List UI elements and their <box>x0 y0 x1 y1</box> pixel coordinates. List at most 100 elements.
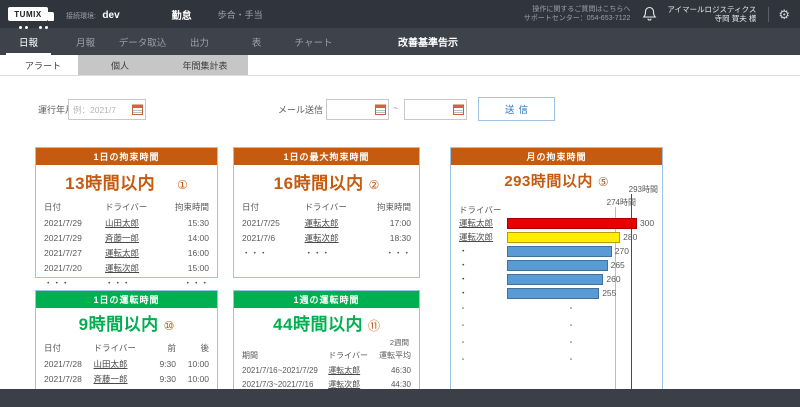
settings-gear-icon[interactable]: ⚙ <box>778 8 790 21</box>
chart-row: ・255 <box>459 286 660 300</box>
ellipsis-dot: ・ <box>459 354 467 365</box>
col-header: 日付 <box>44 200 105 215</box>
card-header: 1週の運転時間 <box>234 291 419 308</box>
date-range-separator: ~ <box>393 103 398 113</box>
col-header: ドライバー <box>94 341 145 356</box>
operation-month-input[interactable] <box>68 99 146 120</box>
alert-table: 日付ドライバー拘束時間2021/7/29山田太郎15:302021/7/29斉藤… <box>36 200 217 290</box>
col-header: ドライバー <box>105 200 163 215</box>
chart-row: ・265 <box>459 258 660 272</box>
ellipsis-dot: ・ <box>459 337 467 348</box>
nav-tab-table[interactable]: 表 <box>228 28 285 55</box>
env-value: dev <box>102 10 119 21</box>
user-name: 寺岡 賀夫 様 <box>667 14 756 23</box>
col-header: 運転平均 <box>372 349 411 363</box>
environment-indicator: 接続環境: dev <box>66 5 120 23</box>
bar-value: 260 <box>606 274 620 284</box>
driver-link[interactable]: 斉藤一郎 <box>105 233 139 243</box>
monthly-chart-body: 293時間以内⑤ ドライバー 運転太郎300運転次郎280・270・265・26… <box>451 170 662 407</box>
ellipsis-dot: ・ <box>567 303 575 314</box>
ellipsis-dot: ・ <box>459 320 467 331</box>
nav-tab-nippo[interactable]: 日報 <box>0 28 57 55</box>
main-nav: 日報 月報 データ取込 出力 表 チャート 改善基準告示 <box>0 28 800 55</box>
topbar-right: 操作に関するご質問はこちらへ サポートセンター：054-653-7122 アイマ… <box>524 5 800 23</box>
app-window: TUMIX 接続環境: dev 勤怠 歩合・手当 操作に関するご質問はこちらへ … <box>0 0 800 407</box>
nav-kaizen-kijun-kokuji[interactable]: 改善基準告示 <box>398 28 458 55</box>
topbar: TUMIX 接続環境: dev 勤怠 歩合・手当 操作に関するご質問はこちらへ … <box>0 0 800 28</box>
user-info[interactable]: アイマールロジスティクス 寺岡 賀夫 様 <box>667 5 756 23</box>
env-label: 接続環境: <box>66 13 96 20</box>
badge-2: ② <box>369 178 380 192</box>
chart-row-dot: ・ <box>459 287 507 299</box>
table-row: ・・・・・・・・・ <box>242 245 411 260</box>
chart-ellipsis-row: ・・ <box>459 351 660 368</box>
chart-axis-label: ドライバー <box>459 204 501 216</box>
bar-value: 280 <box>623 232 637 242</box>
driver-link[interactable]: 運転太郎 <box>328 366 360 375</box>
col-header: ドライバー <box>328 349 372 363</box>
col-header: 後 <box>176 341 209 356</box>
nav-tab-geppo[interactable]: 月報 <box>57 28 114 55</box>
card-header: 月の拘束時間 <box>451 148 662 165</box>
table-row: 2021/7/27運転太郎16:00 <box>44 245 209 260</box>
nav-tab-chart[interactable]: チャート <box>285 28 342 55</box>
bar-value: 270 <box>615 246 629 256</box>
driver-link[interactable]: 山田太郎 <box>105 218 139 228</box>
chart-row-dot: ・ <box>459 245 507 257</box>
bar-value: 300 <box>640 218 654 228</box>
chart-bar <box>507 218 637 229</box>
driver-link[interactable]: 運転太郎 <box>105 248 139 258</box>
driver-link[interactable]: 山田太郎 <box>94 359 128 369</box>
support-line1: 操作に関するご質問はこちらへ <box>524 5 631 14</box>
mail-from-date-input[interactable] <box>326 99 389 120</box>
nav-tab-data-import[interactable]: データ取込 <box>114 28 171 55</box>
ref-line-label: 293時間 <box>629 184 658 195</box>
card-monthly-restraint-time: 月の拘束時間 293時間以内⑤ ドライバー 運転太郎300運転次郎280・270… <box>450 147 663 407</box>
badge-5: ⑤ <box>598 175 609 189</box>
chart-row-dot: ・ <box>459 273 507 285</box>
driver-link[interactable]: 運転太郎 <box>305 218 339 228</box>
chart-bar <box>507 232 620 243</box>
card-header: 1日の最大拘束時間 <box>234 148 419 165</box>
send-button[interactable]: 送信 <box>478 97 555 121</box>
footer-bar <box>0 389 800 407</box>
two-week-note: 2週間 <box>234 337 409 348</box>
notification-bell-icon[interactable] <box>642 6 657 22</box>
nav-tab-output[interactable]: 出力 <box>171 28 228 55</box>
logo-text: TUMIX <box>14 10 41 19</box>
ellipsis-dot: ・ <box>567 354 575 365</box>
col-header: 日付 <box>44 341 94 356</box>
tab-individual[interactable]: 個人 <box>78 55 162 75</box>
tab-annual-summary[interactable]: 年間集計表 <box>162 55 248 75</box>
support-info: 操作に関するご質問はこちらへ サポートセンター：054-653-7122 <box>524 5 631 23</box>
col-header: 日付 <box>242 200 305 215</box>
card-daily-restraint-time: 1日の拘束時間 13時間以内① 日付ドライバー拘束時間2021/7/29山田太郎… <box>35 147 218 278</box>
driver-link[interactable]: 運転次郎 <box>305 233 339 243</box>
driver-link[interactable]: 運転次郎 <box>459 231 507 243</box>
chart-row: 運転次郎 280 <box>459 230 660 244</box>
chart-ellipsis-row: ・・ <box>459 334 660 351</box>
table-row: 2021/7/6運転次郎18:30 <box>242 230 411 245</box>
driver-link[interactable]: 斉藤一郎 <box>94 374 128 384</box>
driver-link[interactable]: 運転次郎 <box>328 380 360 389</box>
driver-link[interactable]: 運転太郎 <box>459 217 507 229</box>
filter-row: 運行年月 メール送信 ~ 送信 <box>0 96 800 122</box>
chart-bar <box>507 274 603 285</box>
table-row: 2021/7/25運転太郎17:00 <box>242 215 411 230</box>
tumix-logo[interactable]: TUMIX <box>8 7 48 21</box>
menu-attendance[interactable]: 勤怠 <box>172 7 192 22</box>
col-header: ドライバー <box>305 200 364 215</box>
col-header: 拘束時間 <box>364 200 411 215</box>
menu-commission-allowance[interactable]: 歩合・手当 <box>218 8 263 21</box>
driver-link[interactable]: 運転次郎 <box>105 263 139 273</box>
topbar-divider <box>768 7 769 22</box>
company-name: アイマールロジスティクス <box>667 5 756 14</box>
alert-table: 日付ドライバー拘束時間2021/7/25運転太郎17:002021/7/6運転次… <box>234 200 419 260</box>
card-header: 1日の運転時間 <box>36 291 217 308</box>
table-row: 2021/7/28山田太郎9:3010:00 <box>44 356 209 371</box>
table-row: 2021/7/29山田太郎15:30 <box>44 215 209 230</box>
mail-to-date-input[interactable] <box>404 99 467 120</box>
card-daily-max-restraint-time: 1日の最大拘束時間 16時間以内② 日付ドライバー拘束時間2021/7/25運転… <box>233 147 420 278</box>
tab-alert[interactable]: アラート <box>8 55 78 75</box>
chart-bar <box>507 260 608 271</box>
